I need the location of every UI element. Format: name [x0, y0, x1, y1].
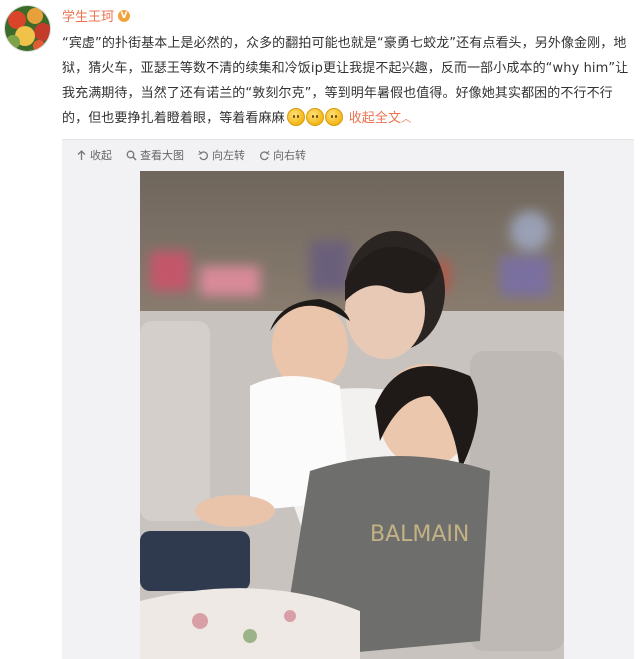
weibo-post: 学生王珂 V “宾虚”的扑街基本上是必然的，众多的翻拍可能也就是“豪勇七蛟龙”还…	[0, 0, 640, 659]
view-large-button[interactable]: 查看大图	[126, 147, 184, 163]
post-text: “宾虚”的扑街基本上是必然的，众多的翻拍可能也就是“豪勇七蛟龙”还有点看头，另外…	[62, 31, 634, 132]
collapse-media-button[interactable]: 收起	[76, 147, 112, 163]
avatar[interactable]	[4, 5, 51, 52]
collapse-full-text-link[interactable]: 收起全文︿	[349, 111, 412, 126]
arrow-up-icon	[77, 149, 86, 160]
rotate-left-label: 向左转	[212, 149, 245, 162]
post-text-content: “宾虚”的扑街基本上是必然的，众多的翻拍可能也就是“豪勇七蛟龙”还有点看头，另外…	[62, 36, 629, 126]
sleepy-face-icon	[305, 108, 324, 126]
collapse-media-label: 收起	[90, 149, 112, 162]
emoji-row	[286, 108, 343, 126]
author-name[interactable]: 学生王珂	[62, 6, 114, 25]
media-box: 收起 查看大图 向左转 向右转 BALMAIN	[62, 139, 634, 659]
sleepy-face-icon	[286, 108, 305, 126]
rotate-left-icon	[198, 150, 209, 160]
rotate-right-label: 向右转	[273, 149, 306, 162]
avatar-image	[5, 6, 50, 51]
magnifier-icon	[126, 150, 137, 161]
chevron-up-icon: ︿	[401, 114, 412, 125]
rotate-right-icon	[259, 150, 270, 160]
rotate-left-button[interactable]: 向左转	[198, 147, 245, 163]
sleepy-face-icon	[324, 108, 343, 126]
vip-badge-icon[interactable]: V	[118, 9, 131, 22]
collapse-full-text-label: 收起全文	[348, 111, 402, 126]
media-toolbar: 收起 查看大图 向左转 向右转	[76, 147, 306, 163]
rotate-right-button[interactable]: 向右转	[259, 147, 306, 163]
post-photo[interactable]: BALMAIN	[140, 171, 564, 659]
author: 学生王珂 V	[62, 6, 131, 25]
view-large-label: 查看大图	[140, 149, 184, 162]
svg-text:BALMAIN: BALMAIN	[370, 522, 469, 547]
family-photo-illustration: BALMAIN	[140, 171, 564, 659]
post-header: 学生王珂 V	[62, 6, 630, 25]
